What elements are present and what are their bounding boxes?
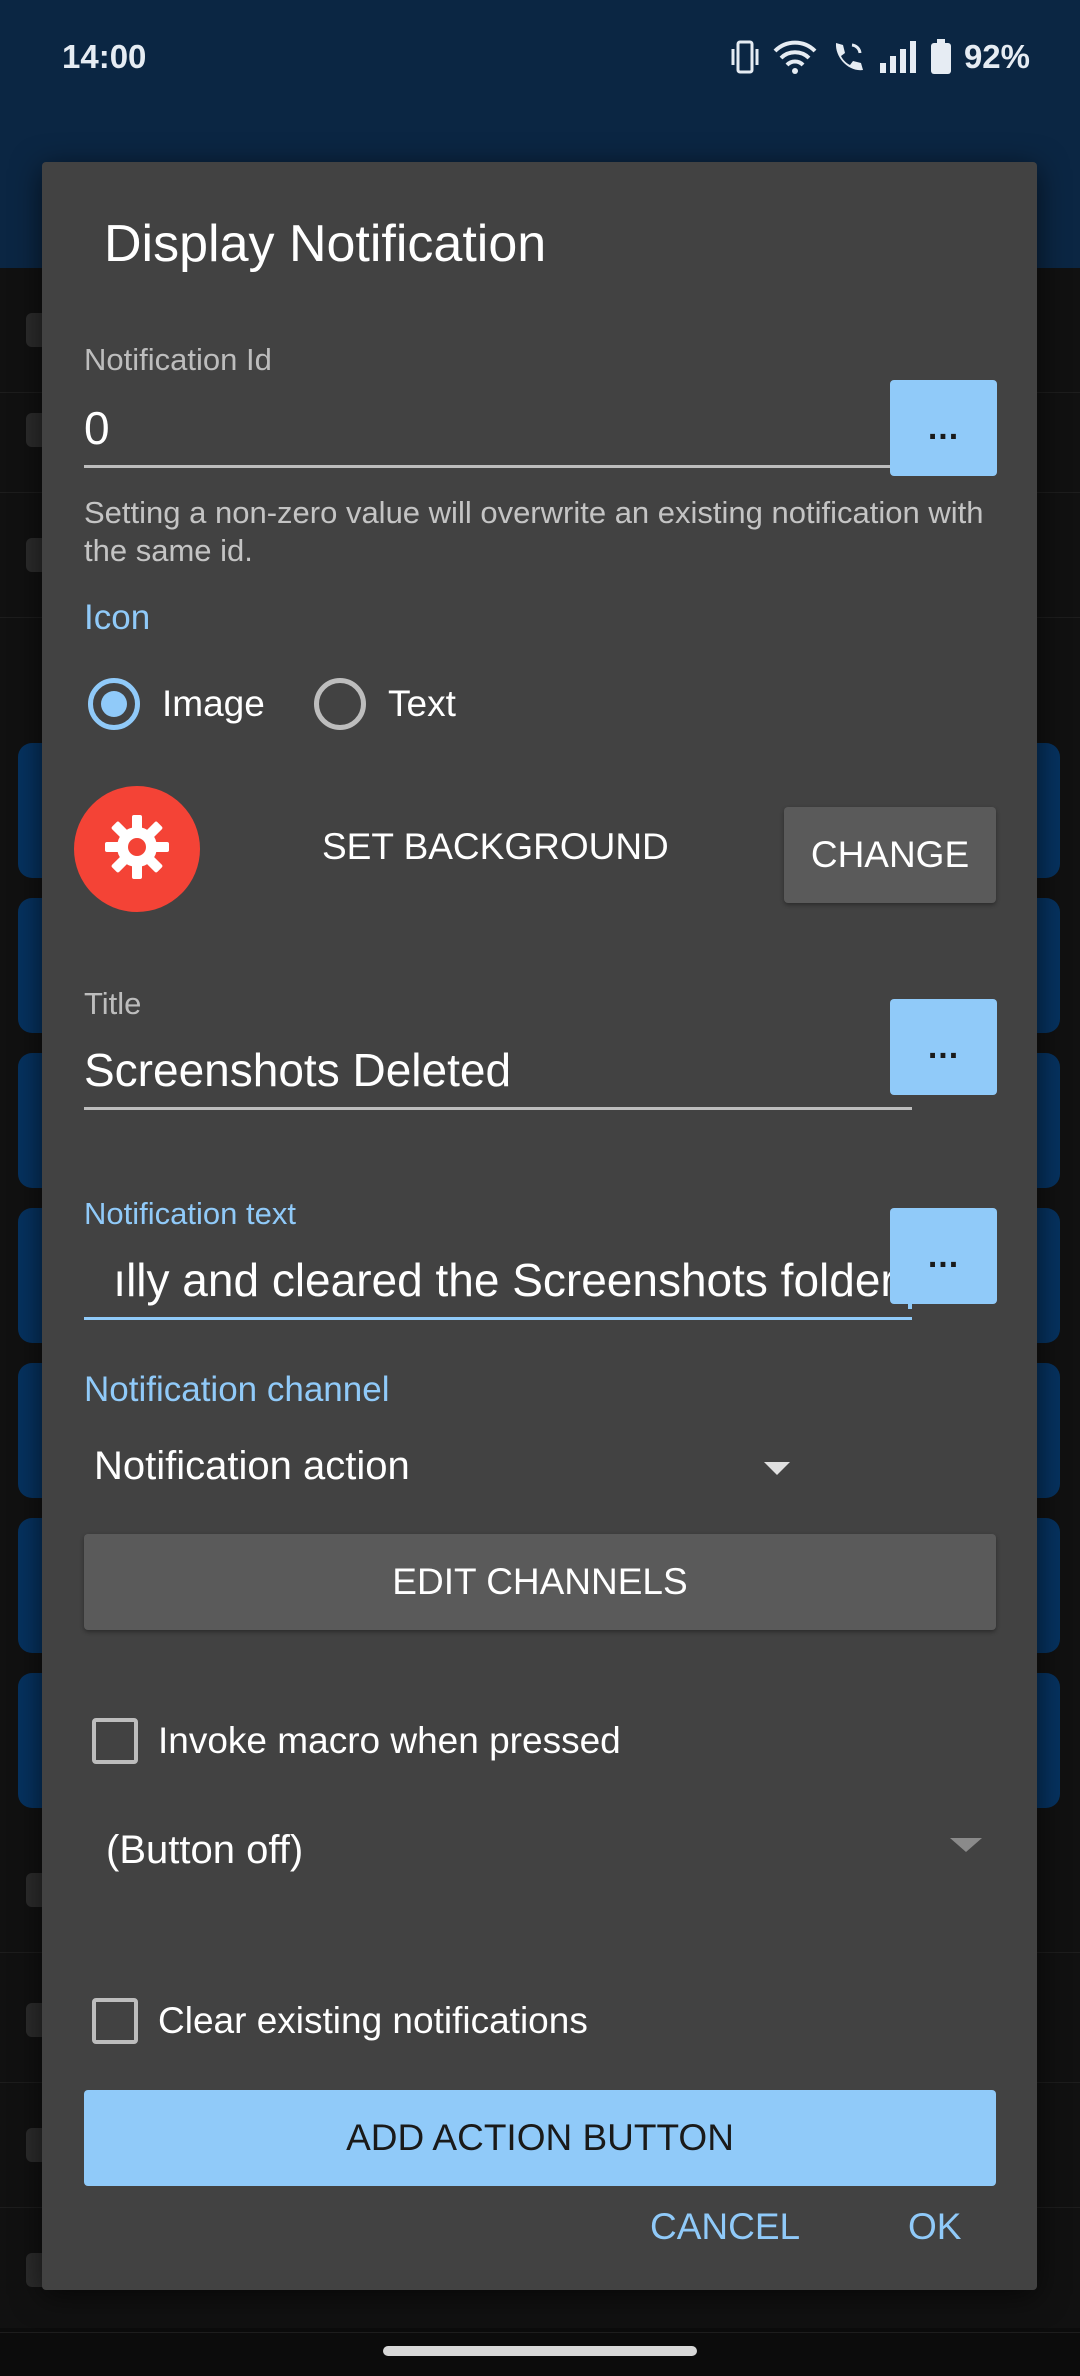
dropdown-arrow-icon[interactable] <box>950 1838 982 1852</box>
title-input[interactable]: Screenshots Deleted <box>84 1040 912 1110</box>
status-icons: 92% <box>730 36 1030 78</box>
title-variables-button[interactable]: ... <box>890 999 997 1095</box>
wifi-icon <box>772 39 818 75</box>
gesture-nav-handle[interactable] <box>383 2346 697 2356</box>
icon-type-image-label: Image <box>162 683 265 724</box>
ok-button[interactable]: OK <box>908 2206 961 2248</box>
notification-text-input[interactable]: ılly and cleared the Screenshots folder. <box>84 1250 912 1320</box>
title-value: Screenshots Deleted <box>84 1044 512 1096</box>
checkbox-unchecked-icon <box>92 1718 138 1764</box>
battery-percent: 92% <box>963 38 1030 75</box>
invoke-macro-label: Invoke macro when pressed <box>158 1720 621 1761</box>
add-action-button[interactable]: ADD ACTION BUTTON <box>84 2090 996 2186</box>
notification-id-input[interactable]: 0 <box>84 398 912 468</box>
invoke-macro-checkbox[interactable]: Invoke macro when pressed <box>92 1718 621 1764</box>
signal-icon <box>878 39 918 75</box>
status-bar: 14:00 92% <box>0 0 1080 120</box>
clear-existing-label: Clear existing notifications <box>158 2000 588 2041</box>
battery-icon <box>930 39 952 75</box>
icon-section-label: Icon <box>84 598 151 637</box>
icon-type-text-radio[interactable]: Text <box>314 678 456 730</box>
button-action-spinner[interactable]: (Button off) <box>106 1828 303 1873</box>
change-icon-button[interactable]: CHANGE <box>784 807 996 903</box>
notification-id-variables-button[interactable]: ... <box>890 380 997 476</box>
notification-channel-spinner[interactable]: Notification action <box>94 1444 410 1489</box>
notification-text-label: Notification text <box>84 1196 296 1231</box>
notification-icon-preview[interactable] <box>74 786 200 912</box>
display-notification-dialog: Display Notification Notification Id 0 .… <box>42 162 1037 2290</box>
edit-channels-button[interactable]: EDIT CHANNELS <box>84 1534 996 1630</box>
radio-unchecked-icon <box>314 678 366 730</box>
gear-icon <box>101 811 173 888</box>
notification-id-label: Notification Id <box>84 342 272 377</box>
wifi-call-icon <box>830 39 866 75</box>
notification-text-value: ılly and cleared the Screenshots folder. <box>113 1254 906 1306</box>
checkbox-unchecked-icon <box>92 1998 138 2044</box>
dialog-title: Display Notification <box>104 215 547 273</box>
title-label: Title <box>84 986 142 1021</box>
status-time: 14:00 <box>62 38 147 75</box>
radio-checked-icon <box>88 678 140 730</box>
notification-id-helper: Setting a non-zero value will overwrite … <box>84 495 984 568</box>
icon-type-text-label: Text <box>388 683 456 724</box>
vibrate-icon <box>730 39 760 75</box>
notification-text-variables-button[interactable]: ... <box>890 1208 997 1304</box>
clear-existing-checkbox[interactable]: Clear existing notifications <box>92 1998 588 2044</box>
dropdown-arrow-icon[interactable] <box>764 1462 790 1475</box>
icon-type-image-radio[interactable]: Image <box>88 678 265 730</box>
set-background-button[interactable]: SET BACKGROUND <box>322 826 669 868</box>
notification-channel-label: Notification channel <box>84 1370 390 1409</box>
cancel-button[interactable]: CANCEL <box>650 2206 800 2248</box>
notification-id-value: 0 <box>84 402 110 454</box>
